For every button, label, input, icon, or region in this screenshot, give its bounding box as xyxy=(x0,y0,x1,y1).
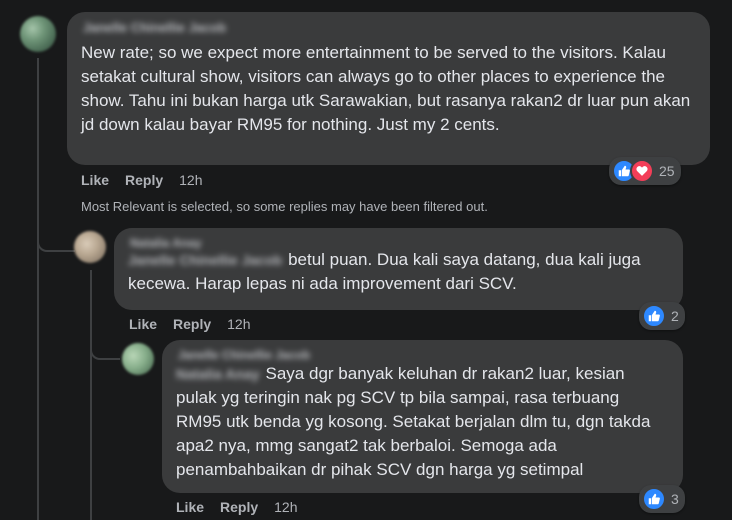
comment-bubble: Janelle Chinellie Jacob New rate; so we … xyxy=(67,12,710,165)
comment-actions: Like Reply 12h xyxy=(81,172,203,188)
thread-line xyxy=(37,58,39,520)
reply-text: Janelle Chinellie Jacob betul puan. Dua k… xyxy=(128,248,669,296)
like-icon xyxy=(642,487,666,511)
comment-text: New rate; so we expect more entertainmen… xyxy=(81,43,691,134)
filter-note: Most Relevant is selected, so some repli… xyxy=(81,199,488,214)
timestamp[interactable]: 12h xyxy=(179,172,202,188)
reply-button[interactable]: Reply xyxy=(220,499,258,515)
timestamp[interactable]: 12h xyxy=(274,499,297,515)
reply-author[interactable]: Janelle Chinellie Jacob xyxy=(176,348,669,362)
mention-tag[interactable]: Natalia Anay xyxy=(176,362,260,386)
like-icon xyxy=(642,304,666,328)
reaction-summary[interactable]: 3 xyxy=(639,485,685,513)
avatar[interactable] xyxy=(20,16,56,52)
like-button[interactable]: Like xyxy=(81,172,109,188)
love-icon xyxy=(630,159,654,183)
reaction-count: 2 xyxy=(671,308,679,324)
like-button[interactable]: Like xyxy=(176,499,204,515)
reply-actions: Like Reply 12h xyxy=(129,316,251,332)
like-button[interactable]: Like xyxy=(129,316,157,332)
thread-connector-nested xyxy=(90,330,120,360)
avatar[interactable] xyxy=(74,231,106,263)
comment-thread: Janelle Chinellie Jacob New rate; so we … xyxy=(0,0,732,520)
reaction-summary[interactable]: 2 xyxy=(639,302,685,330)
comment-author[interactable]: Janelle Chinellie Jacob xyxy=(81,20,696,35)
thread-line-nested xyxy=(90,270,92,520)
reply-button[interactable]: Reply xyxy=(125,172,163,188)
reaction-summary[interactable]: 25 xyxy=(609,157,681,185)
timestamp[interactable]: 12h xyxy=(227,316,250,332)
avatar[interactable] xyxy=(122,343,154,375)
reaction-count: 25 xyxy=(659,163,675,179)
reply-bubble: Natalia Anay Janelle Chinellie Jacob betu… xyxy=(114,228,683,310)
reply-button[interactable]: Reply xyxy=(173,316,211,332)
thread-connector xyxy=(37,222,75,252)
reply-bubble: Janelle Chinellie Jacob Natalia Anay Saya… xyxy=(162,340,683,493)
reply-actions: Like Reply 12h xyxy=(176,499,298,515)
reply-text: Natalia Anay Saya dgr banyak keluhan dr r… xyxy=(176,362,669,482)
mention-tag[interactable]: Janelle Chinellie Jacob xyxy=(128,248,282,272)
reaction-count: 3 xyxy=(671,491,679,507)
